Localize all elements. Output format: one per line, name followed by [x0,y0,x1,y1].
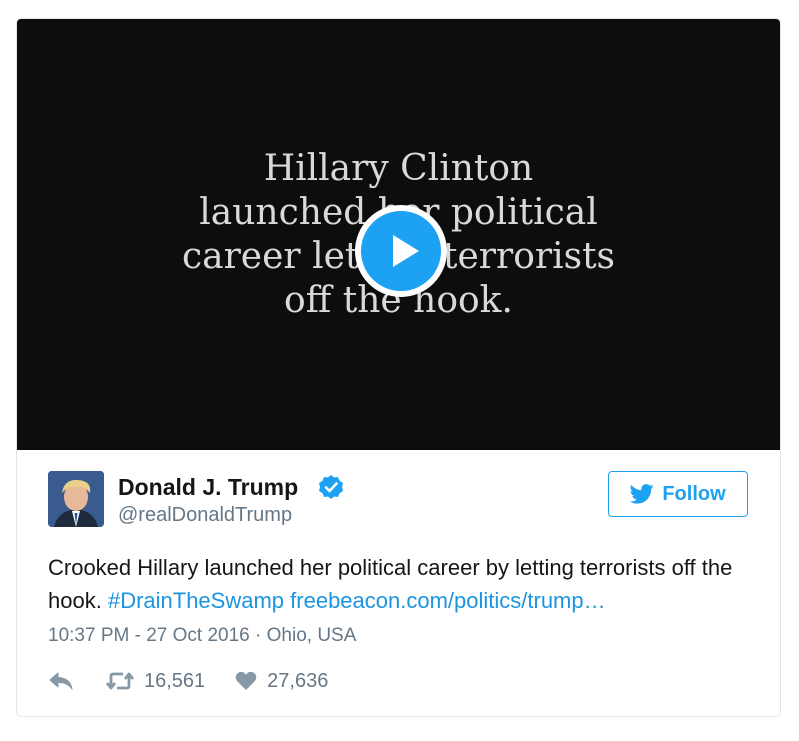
like-count: 27,636 [267,669,329,692]
retweet-icon [106,672,134,690]
play-button[interactable] [355,205,447,297]
hashtag-link[interactable]: #DrainTheSwamp [108,588,284,613]
heart-icon [235,671,257,690]
follow-button[interactable]: Follow [608,471,748,517]
reply-icon [49,672,73,690]
like-button[interactable]: 27,636 [235,670,328,693]
tweet-text: Crooked Hillary launched her political c… [48,551,758,617]
avatar[interactable] [48,471,104,527]
author-handle[interactable]: @realDonaldTrump [118,504,292,527]
reply-button[interactable] [48,670,74,692]
retweet-button[interactable]: 16,561 [106,670,205,693]
tweet-actions: 16,561 27,636 [48,667,328,695]
article-link[interactable]: freebeacon.com/politics/trump… [290,588,605,613]
author-name[interactable]: Donald J. Trump [118,474,298,501]
video-caption-line: Hillary Clinton [263,148,534,189]
location[interactable]: Ohio, USA [267,625,357,646]
tweet-card: Hillary Clinton launched her political c… [16,18,781,717]
play-icon [393,235,419,267]
follow-button-label: Follow [662,482,726,505]
timestamp[interactable]: 10:37 PM - 27 Oct 2016 [48,625,250,646]
tweet-meta: 10:37 PM - 27 Oct 2016 · Ohio, USA [48,625,356,647]
twitter-bird-icon [630,484,654,504]
tweet-header: Donald J. Trump @realDonaldTrump Follow [48,471,748,527]
meta-separator: · [249,625,267,646]
retweet-count: 16,561 [144,669,206,692]
verified-badge-icon [318,474,344,505]
video-player[interactable]: Hillary Clinton launched her political c… [17,19,780,450]
